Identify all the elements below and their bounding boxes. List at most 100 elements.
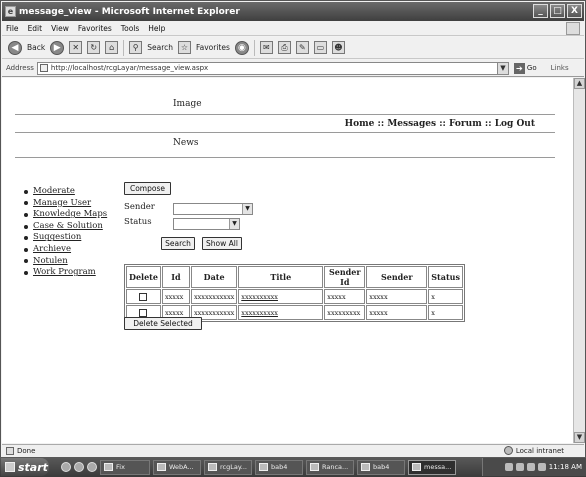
vertical-scrollbar[interactable]: ▲ ▼	[573, 78, 585, 443]
favorites-label[interactable]: Favorites	[196, 43, 230, 52]
side-menu-item[interactable]: Knowledge Maps	[24, 209, 107, 221]
title-link[interactable]: xxxxxxxxxx	[238, 289, 324, 304]
close-button[interactable]: X	[567, 4, 582, 18]
menu-edit[interactable]: Edit	[28, 24, 43, 33]
side-menu-item[interactable]: Work Program	[24, 267, 107, 279]
stop-icon[interactable]: ✕	[69, 41, 83, 54]
window-controls: _ □ X	[533, 4, 582, 18]
links-button[interactable]: Links	[551, 64, 569, 72]
sender-select[interactable]: ▼	[173, 203, 253, 215]
refresh-icon[interactable]: ↻	[87, 41, 101, 54]
chevron-down-icon[interactable]: ▼	[229, 219, 239, 229]
side-menu-link-suggestion[interactable]: Suggestion	[33, 232, 81, 244]
edit-icon[interactable]: ✎	[295, 41, 309, 54]
status-bar: Done Local intranet	[2, 444, 584, 457]
side-menu-item[interactable]: Suggestion	[24, 232, 107, 244]
taskbar-item[interactable]: WebA...	[153, 459, 201, 475]
side-menu-item[interactable]: Archieve	[24, 244, 107, 256]
side-menu-link-moderate[interactable]: Moderate	[33, 186, 75, 198]
menu-favorites[interactable]: Favorites	[78, 24, 112, 33]
delete-selected-button[interactable]: Delete Selected	[124, 317, 202, 330]
menu-tools[interactable]: Tools	[121, 24, 139, 33]
start-label[interactable]: start	[18, 461, 48, 474]
address-url[interactable]: http://localhost/rcgLayar/message_view.a…	[51, 64, 208, 72]
nav-messages[interactable]: Messages	[387, 119, 436, 129]
address-dropdown-icon[interactable]: ▼	[496, 62, 508, 74]
tray-icon[interactable]	[526, 463, 535, 471]
windows-flag-icon	[566, 22, 580, 35]
id-cell: xxxxx	[161, 289, 190, 304]
taskbar-item-label[interactable]: rcgLay...	[220, 463, 247, 471]
side-menu-item[interactable]: Notulen	[24, 256, 107, 268]
title-link[interactable]: xxxxxxxxxx	[238, 305, 324, 320]
quicklaunch-icon[interactable]	[61, 462, 71, 472]
nav-separator: ::	[439, 119, 446, 129]
side-menu-item[interactable]: Manage User	[24, 198, 107, 210]
taskbar-item[interactable]: rcgLay...	[204, 459, 252, 475]
quicklaunch-icon[interactable]	[87, 462, 97, 472]
bullet-icon	[24, 270, 28, 275]
start-button[interactable]: start	[1, 458, 49, 476]
nav-logout[interactable]: Log Out	[495, 119, 535, 129]
scroll-down-icon[interactable]: ▼	[574, 432, 585, 443]
taskbar-item-label[interactable]: messa...	[424, 463, 451, 471]
taskbar-item-label[interactable]: Ranca...	[322, 463, 348, 471]
side-menu-item[interactable]: Case & Solution	[24, 221, 107, 233]
search-icon[interactable]: ⚲	[129, 41, 143, 54]
tray-icon[interactable]	[537, 463, 546, 471]
discuss-icon[interactable]: ▭	[313, 41, 327, 54]
tray-icon[interactable]	[515, 463, 524, 471]
maximize-button[interactable]: □	[550, 4, 565, 18]
mail-icon[interactable]: ✉	[259, 41, 273, 54]
side-menu-item[interactable]: Moderate	[24, 186, 107, 198]
media-icon[interactable]: ◉	[234, 40, 249, 55]
chevron-down-icon[interactable]: ▼	[242, 204, 252, 214]
delete-checkbox[interactable]	[139, 292, 148, 301]
taskbar-item[interactable]: Ranca...	[306, 459, 354, 475]
nav-forum[interactable]: Forum	[449, 119, 482, 129]
show-all-button[interactable]: Show All	[202, 237, 242, 250]
go-button[interactable]: ➔ Go	[513, 62, 537, 74]
taskbar-item-active[interactable]: messa...	[408, 459, 456, 475]
home-icon[interactable]: ⌂	[105, 41, 119, 54]
address-input[interactable]: http://localhost/rcgLayar/message_view.a…	[36, 61, 509, 75]
messenger-icon[interactable]: ☻	[331, 41, 345, 54]
side-menu-link-notulen[interactable]: Notulen	[33, 256, 68, 268]
back-icon[interactable]: ◀	[8, 40, 22, 55]
side-menu-link-case-solution[interactable]: Case & Solution	[33, 221, 103, 233]
taskbar-item-label[interactable]: Fix	[116, 463, 125, 471]
search-label[interactable]: Search	[147, 43, 173, 52]
print-icon[interactable]: ⎙	[277, 41, 291, 54]
minimize-button[interactable]: _	[533, 4, 548, 18]
page-icon	[39, 64, 48, 72]
forward-icon[interactable]: ▶	[50, 40, 65, 55]
back-label[interactable]: Back	[27, 43, 45, 52]
menu-file[interactable]: File	[6, 24, 19, 33]
menu-view[interactable]: View	[51, 24, 69, 33]
security-zone: Local intranet	[503, 446, 564, 455]
page-status-icon	[6, 447, 14, 455]
tray-icon[interactable]	[504, 463, 513, 471]
nav-home[interactable]: Home	[345, 119, 375, 129]
side-menu-link-archieve[interactable]: Archieve	[33, 244, 71, 256]
status-select[interactable]: ▼	[173, 218, 240, 230]
taskbar-item-label[interactable]: WebA...	[169, 463, 194, 471]
favorites-icon[interactable]: ☆	[178, 41, 191, 54]
quicklaunch-icon[interactable]	[74, 462, 84, 472]
delete-checkbox[interactable]	[139, 308, 148, 317]
side-menu-link-work-program[interactable]: Work Program	[33, 267, 96, 279]
app-icon	[208, 463, 217, 471]
compose-button[interactable]: Compose	[124, 182, 171, 195]
taskbar-item-label[interactable]: bab4	[373, 463, 389, 471]
taskbar-item[interactable]: bab4	[255, 459, 303, 475]
taskbar-item[interactable]: Fix	[100, 459, 150, 475]
taskbar-item[interactable]: bab4	[357, 459, 405, 475]
taskbar-item-label[interactable]: bab4	[271, 463, 287, 471]
side-menu-link-knowledge-maps[interactable]: Knowledge Maps	[33, 209, 107, 221]
scroll-up-icon[interactable]: ▲	[574, 78, 585, 89]
go-label[interactable]: Go	[527, 64, 537, 72]
search-button[interactable]: Search	[161, 237, 195, 250]
menu-help[interactable]: Help	[148, 24, 165, 33]
go-arrow-icon[interactable]: ➔	[513, 62, 525, 74]
side-menu-link-manage-user[interactable]: Manage User	[33, 198, 91, 210]
